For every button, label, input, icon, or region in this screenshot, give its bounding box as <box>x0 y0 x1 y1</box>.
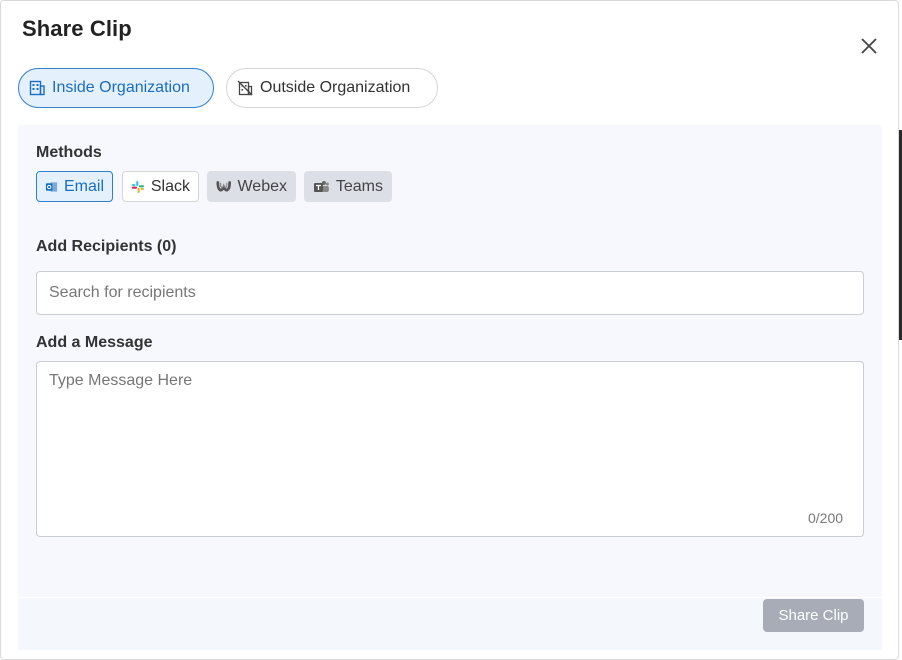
building-off-icon <box>237 80 253 96</box>
modal-footer: Share Clip <box>18 597 882 650</box>
slack-icon <box>131 180 145 193</box>
recipients-label: Add Recipients (0) <box>36 238 177 255</box>
recipients-search-input[interactable] <box>36 271 864 315</box>
share-clip-button[interactable]: Share Clip <box>763 599 864 632</box>
share-clip-modal: Share Clip Inside Organization Outside O… <box>0 0 899 660</box>
share-panel: Methods Email Slack Webex Teams Add Reci… <box>18 125 882 650</box>
method-label: Webex <box>237 177 287 195</box>
tab-outside-organization[interactable]: Outside Organization <box>226 68 438 108</box>
message-char-counter: 0/200 <box>808 510 844 526</box>
outlook-icon <box>45 181 58 192</box>
method-teams-button[interactable]: Teams <box>304 171 392 202</box>
method-webex-button[interactable]: Webex <box>207 171 296 202</box>
method-label: Slack <box>150 177 190 195</box>
teams-icon <box>313 180 329 192</box>
method-email-button[interactable]: Email <box>36 171 113 202</box>
method-label: Email <box>63 177 104 195</box>
method-label: Teams <box>335 177 383 195</box>
tab-inside-organization[interactable]: Inside Organization <box>18 68 214 108</box>
tab-label: Outside Organization <box>260 79 411 96</box>
close-icon <box>861 38 877 54</box>
message-textarea[interactable] <box>36 361 864 537</box>
webex-icon <box>216 180 232 191</box>
modal-title: Share Clip <box>22 16 132 41</box>
methods-label: Methods <box>36 144 102 161</box>
method-slack-button[interactable]: Slack <box>122 171 199 202</box>
building-icon <box>29 80 45 96</box>
tab-label: Inside Organization <box>52 79 190 96</box>
close-button[interactable] <box>858 35 880 57</box>
message-label: Add a Message <box>36 334 153 351</box>
